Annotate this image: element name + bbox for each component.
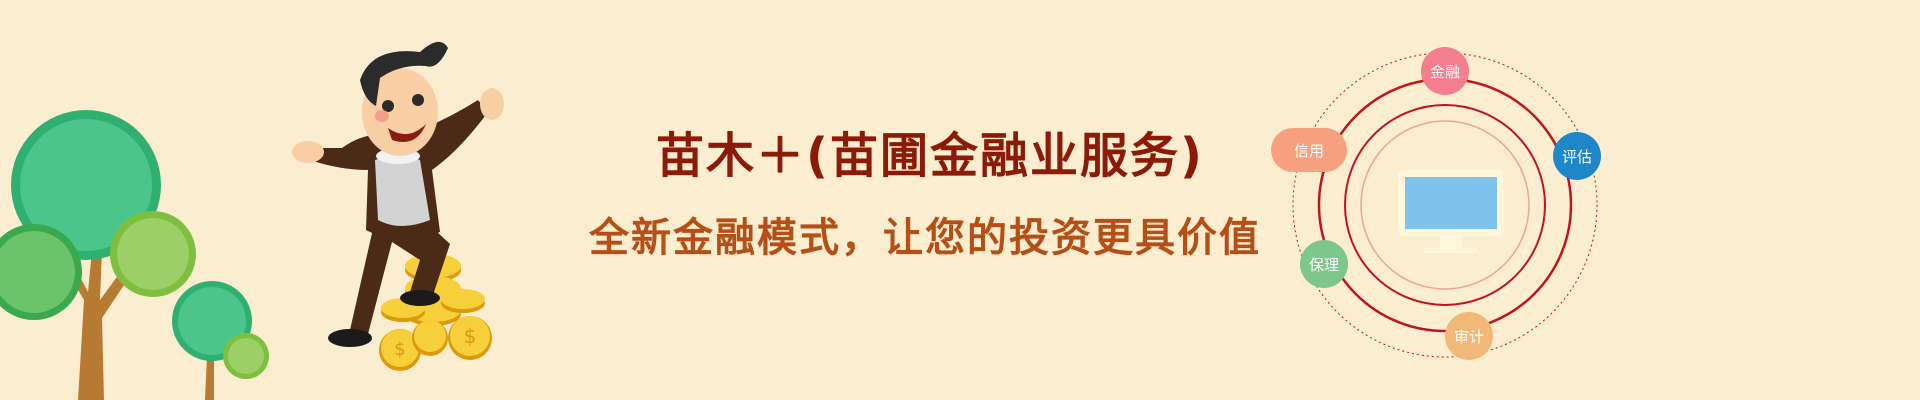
cartoon-businessman-icon: $ $	[292, 41, 504, 371]
banner-subline: 全新金融模式，让您的投资更具价值	[589, 215, 1261, 261]
service-badge-credit: 信用	[1271, 128, 1347, 172]
service-badge-audit: 审计	[1445, 312, 1493, 360]
svg-text:$: $	[394, 339, 405, 360]
service-badge-finance: 金融	[1421, 47, 1469, 95]
promo-banner: $ $ 苗木＋(苗圃金融业服务) 全新金融模式，让您的投资更具价值 金融 评估 …	[0, 0, 1920, 400]
svg-text:$: $	[464, 324, 477, 348]
service-badge-factoring: 保理	[1300, 240, 1348, 288]
banner-headline: 苗木＋(苗圃金融业服务)	[656, 128, 1204, 184]
tree-illustration-icon	[0, 110, 269, 400]
service-badge-evaluation: 评估	[1553, 132, 1601, 180]
computer-monitor-icon	[1398, 170, 1504, 253]
